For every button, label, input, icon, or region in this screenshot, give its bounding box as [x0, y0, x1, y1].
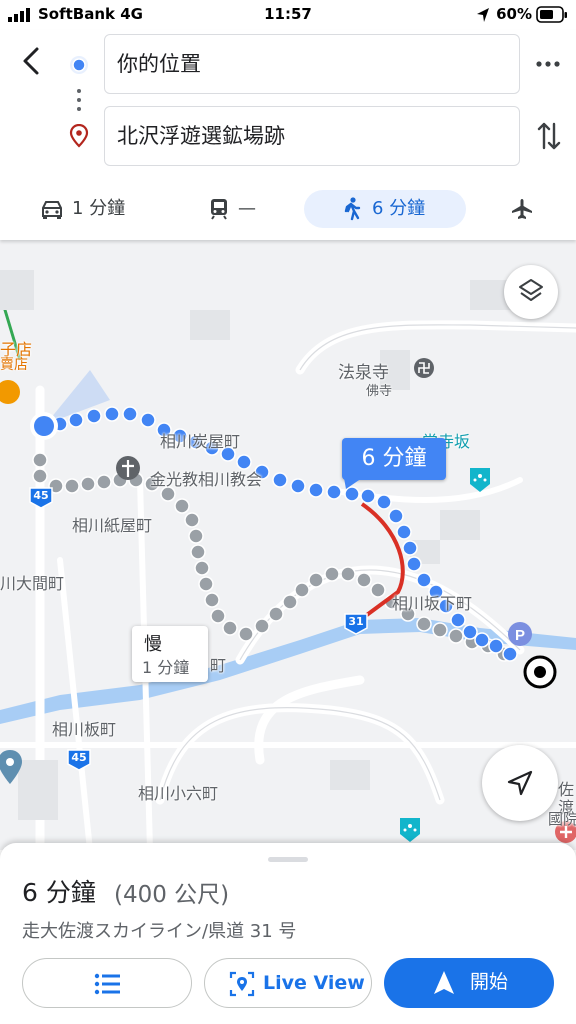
parking-icon: P: [508, 622, 532, 646]
label-church: 金光教相川教会: [150, 470, 263, 489]
mode-walking[interactable]: 6 分鐘: [304, 190, 466, 228]
start-button[interactable]: 開始: [384, 958, 554, 1008]
label-itamachi: 相川板町: [52, 720, 117, 739]
destination-pin-icon: [69, 124, 89, 148]
route-dots-icon: [77, 89, 81, 111]
label-store-5: 國院: [548, 810, 576, 828]
hospital-icon: [470, 468, 490, 492]
location-arrow-icon: [477, 8, 489, 22]
start-label: 開始: [470, 971, 509, 993]
summary-distance: (400 公尺): [114, 882, 230, 908]
live-view-label: Live View: [263, 972, 365, 994]
navigate-icon: [434, 971, 454, 994]
more-options-icon[interactable]: [534, 54, 562, 74]
car-icon: [42, 201, 62, 219]
hospital-icon-2: [400, 818, 420, 842]
label-oma: 川大間町: [0, 574, 65, 593]
map-view[interactable]: P 45 45 31 法泉寺 佛寺 常寺坂 相川炭屋町 金光教相川教会 相川紙屋…: [0, 240, 576, 850]
flight-icon: [512, 199, 532, 219]
road-number-45b: 45: [71, 751, 87, 764]
label-partial-town: 町: [210, 656, 227, 675]
mode-driving-label: 1 分鐘: [72, 198, 126, 219]
walk-icon: [344, 197, 361, 221]
sheet-handle[interactable]: [268, 857, 308, 862]
navigation-arrow-icon: [507, 770, 533, 796]
summary-duration: 6 分鐘: [22, 878, 96, 907]
train-icon: [211, 199, 227, 220]
mode-transit[interactable]: —: [206, 190, 276, 228]
swap-icon[interactable]: [536, 120, 562, 152]
layers-button[interactable]: [504, 265, 558, 319]
mode-driving[interactable]: 1 分鐘: [38, 190, 148, 228]
mode-transit-label: —: [238, 198, 256, 219]
label-hosenji-sub: 佛寺: [366, 384, 393, 399]
church-icon: [116, 456, 140, 480]
steps-button[interactable]: [22, 958, 192, 1008]
directions-header: 你的位置 北沢浮遊選鉱場跡 1 分鐘 — 6 分鐘: [0, 30, 576, 240]
temple-icon: [414, 358, 434, 378]
label-kororoku: 相川小六町: [138, 784, 219, 803]
origin-dot-icon: [70, 56, 88, 74]
layers-icon: [519, 279, 543, 301]
badge-pointer: [344, 478, 362, 489]
live-view-button[interactable]: Live View: [204, 958, 372, 1008]
label-sakashita: 相川坂下町: [392, 594, 473, 613]
status-bar: SoftBank 4G 11:57 60%: [0, 0, 576, 30]
alt-route-title: 慢: [144, 634, 162, 655]
road-number-45a: 45: [33, 489, 49, 502]
alt-route-badge[interactable]: 慢 1 分鐘: [132, 626, 208, 682]
current-location-dot: [34, 416, 54, 436]
label-store-2: 賣店: [0, 357, 28, 373]
alt-route-time: 1 分鐘: [142, 658, 190, 677]
route-summary-sheet[interactable]: 6 分鐘 (400 公尺) 走大佐渡スカイライン/県道 31 号 Live Vi…: [0, 843, 576, 1024]
list-icon: [94, 973, 120, 995]
route-duration-badge[interactable]: 6 分鐘: [342, 438, 446, 480]
mode-flight[interactable]: [508, 190, 538, 228]
battery-percent: 60%: [496, 5, 532, 23]
summary-via: 走大佐渡スカイライン/県道 31 号: [22, 921, 297, 942]
origin-input[interactable]: 你的位置: [104, 34, 520, 94]
mode-walking-label: 6 分鐘: [372, 198, 426, 219]
back-arrow-icon[interactable]: [18, 46, 44, 76]
recenter-button[interactable]: [482, 745, 558, 821]
road-number-31: 31: [348, 615, 364, 628]
route-duration-text: 6 分鐘: [361, 446, 427, 471]
label-kamiya: 相川紙屋町: [72, 516, 153, 535]
live-view-icon: [229, 971, 255, 997]
label-sumiya: 相川炭屋町: [160, 432, 241, 451]
restaurant-icon: [0, 380, 20, 404]
destination-input[interactable]: 北沢浮遊選鉱場跡: [104, 106, 520, 166]
svg-text:P: P: [515, 627, 525, 644]
battery-icon: [536, 6, 567, 23]
